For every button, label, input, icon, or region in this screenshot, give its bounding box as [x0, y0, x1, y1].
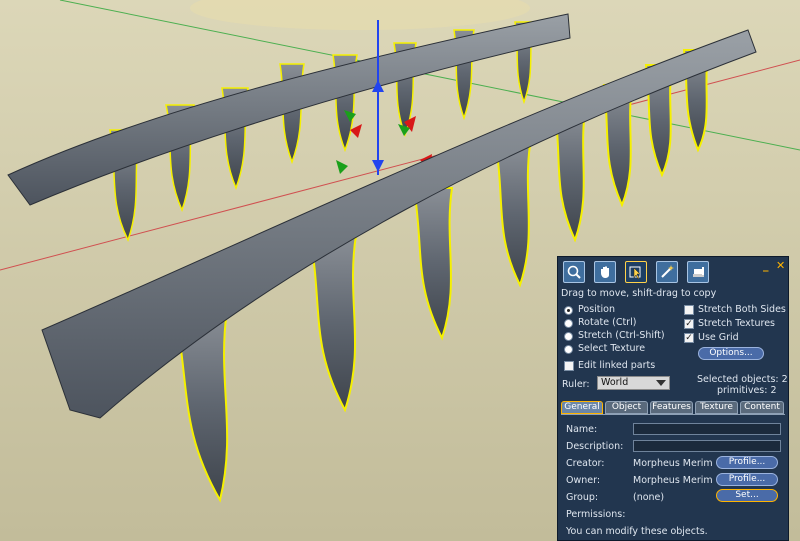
radio-rotate-label: Rotate (Ctrl) — [578, 317, 637, 328]
minimize-button[interactable]: _ — [763, 259, 769, 272]
edit-tool-button[interactable] — [625, 261, 647, 283]
tab-bar: General Object Features Texture Content — [561, 401, 785, 414]
name-input[interactable] — [633, 423, 781, 435]
permissions-text: You can modify these objects. — [566, 526, 708, 537]
tab-content[interactable]: Content — [740, 401, 784, 414]
creator-value: Morpheus Merim — [633, 458, 713, 469]
group-set-button[interactable]: Set... — [716, 489, 778, 502]
close-button[interactable]: ✕ — [776, 259, 785, 272]
primitives-count: primitives: 2 — [717, 385, 777, 396]
name-label: Name: — [566, 424, 598, 435]
creator-label: Creator: — [566, 458, 605, 469]
radio-position[interactable] — [564, 306, 573, 315]
hand-icon — [601, 266, 609, 278]
options-button[interactable]: Options... — [698, 347, 764, 360]
stretch-both-sides-label: Stretch Both Sides — [698, 304, 786, 315]
radio-position-label: Position — [578, 304, 615, 315]
owner-value: Morpheus Merim — [633, 475, 713, 486]
tab-features[interactable]: Features — [650, 401, 693, 414]
use-grid-checkbox[interactable]: ✓ — [684, 333, 694, 343]
description-label: Description: — [566, 441, 624, 452]
creator-profile-button[interactable]: Profile... — [716, 456, 778, 469]
ruler-dropdown[interactable]: World — [597, 376, 670, 390]
description-input[interactable] — [633, 440, 781, 452]
chevron-down-icon — [656, 380, 666, 386]
tab-object[interactable]: Object — [605, 401, 648, 414]
group-value: (none) — [633, 492, 665, 503]
ruler-value: World — [601, 377, 629, 388]
focus-tool-button[interactable] — [563, 261, 585, 283]
move-tool-button[interactable] — [594, 261, 616, 283]
edit-linked-parts-checkbox[interactable] — [564, 361, 574, 371]
radio-stretch-label: Stretch (Ctrl-Shift) — [578, 330, 665, 341]
land-tool-button[interactable] — [687, 261, 709, 283]
tab-divider — [561, 414, 785, 415]
magnifier-icon — [567, 265, 581, 279]
hint-text: Drag to move, shift-drag to copy — [561, 288, 717, 299]
bulldozer-icon — [693, 267, 704, 277]
radio-stretch[interactable] — [564, 332, 573, 341]
stretch-textures-checkbox[interactable]: ✓ — [684, 319, 694, 329]
tab-general[interactable]: General — [561, 401, 603, 414]
selected-objects-count: Selected objects: 2 — [697, 374, 788, 385]
owner-label: Owner: — [566, 475, 601, 486]
radio-select-texture[interactable] — [564, 345, 573, 354]
tab-texture[interactable]: Texture — [695, 401, 738, 414]
radio-select-texture-label: Select Texture — [578, 343, 646, 354]
radio-rotate[interactable] — [564, 319, 573, 328]
edit-linked-parts-label: Edit linked parts — [578, 360, 656, 371]
pointer-box-icon — [629, 266, 641, 280]
create-tool-button[interactable] — [656, 261, 678, 283]
stretch-both-sides-checkbox[interactable] — [684, 305, 694, 315]
build-tools-panel: _ ✕ Drag to move, shift-drag to copy Pos… — [557, 256, 789, 541]
stretch-textures-label: Stretch Textures — [698, 318, 776, 329]
owner-profile-button[interactable]: Profile... — [716, 473, 778, 486]
use-grid-label: Use Grid — [698, 332, 739, 343]
ruler-label: Ruler: — [562, 379, 590, 390]
magic-wand-icon — [661, 265, 674, 278]
permissions-label: Permissions: — [566, 509, 626, 520]
group-label: Group: — [566, 492, 599, 503]
